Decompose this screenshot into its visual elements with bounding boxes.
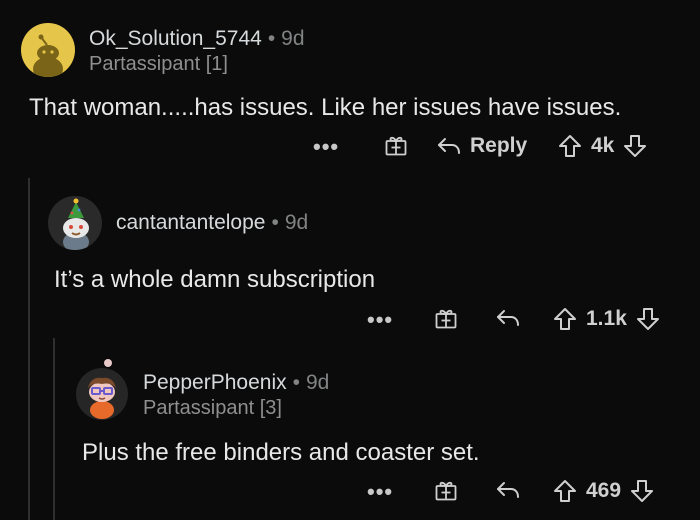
reply-button[interactable] <box>495 479 521 501</box>
vote-controls: 469 <box>552 478 655 504</box>
reply-button[interactable]: Reply <box>436 134 527 158</box>
snoo-avatar-icon <box>33 34 63 77</box>
upvote-icon[interactable] <box>552 478 578 504</box>
vote-score: 469 <box>586 479 622 502</box>
avatar[interactable] <box>48 196 102 250</box>
comment-author: cantantantelope • 9d <box>116 211 308 235</box>
username[interactable]: Ok_Solution_5744 <box>89 27 262 50</box>
gift-icon <box>435 309 457 329</box>
comment-author: PepperPhoenix • 9d <box>143 371 329 395</box>
snoo-avatar-icon <box>63 198 89 250</box>
separator-dot: • <box>292 371 300 394</box>
gift-icon <box>385 136 407 156</box>
downvote-icon[interactable] <box>635 306 661 332</box>
comment-text: That woman.....has issues. Like her issu… <box>29 94 622 121</box>
username[interactable]: cantantantelope <box>116 211 265 234</box>
more-options-button[interactable]: ••• <box>367 479 393 505</box>
username[interactable]: PepperPhoenix <box>143 371 287 394</box>
vote-score: 4k <box>591 134 615 157</box>
user-flair: Partassipant [3] <box>143 397 282 419</box>
award-button[interactable] <box>434 478 458 502</box>
comment-author: Ok_Solution_5744 • 9d <box>89 27 305 51</box>
reply-arrow-icon <box>497 310 519 326</box>
comment-text: It’s a whole damn subscription <box>54 266 376 293</box>
upvote-icon[interactable] <box>557 133 583 159</box>
thread-line-level-2[interactable] <box>53 338 55 520</box>
vote-controls: 1.1k <box>552 306 661 332</box>
comment-text: Plus the free binders and coaster set. <box>82 439 480 466</box>
user-flair: Partassipant [1] <box>89 53 228 75</box>
reply-arrow-icon <box>497 482 519 498</box>
more-options-button[interactable]: ••• <box>313 134 339 160</box>
award-button[interactable] <box>434 306 458 330</box>
downvote-icon[interactable] <box>629 478 655 504</box>
avatar[interactable] <box>21 23 75 77</box>
downvote-icon[interactable] <box>622 133 648 159</box>
vote-controls: 4k <box>557 133 648 159</box>
upvote-icon[interactable] <box>552 306 578 332</box>
separator-dot: • <box>271 211 279 234</box>
avatar[interactable] <box>75 356 129 420</box>
reply-arrow-icon <box>438 138 460 154</box>
award-button[interactable] <box>384 133 408 157</box>
reply-label: Reply <box>470 134 528 157</box>
more-options-button[interactable]: ••• <box>367 307 393 333</box>
snoo-avatar-icon <box>76 359 128 420</box>
comment-age: 9d <box>281 27 305 50</box>
separator-dot: • <box>267 27 276 50</box>
vote-score: 1.1k <box>586 307 627 330</box>
comment-age: 9d <box>284 211 309 234</box>
reply-button[interactable] <box>495 307 521 329</box>
comment-age: 9d <box>305 371 330 394</box>
gift-icon <box>435 481 457 501</box>
thread-line-level-1[interactable] <box>28 178 30 520</box>
